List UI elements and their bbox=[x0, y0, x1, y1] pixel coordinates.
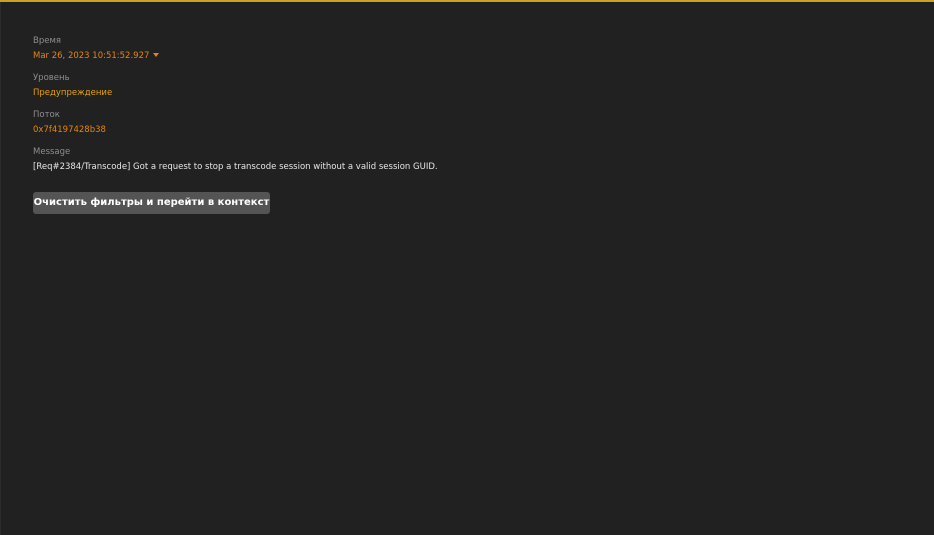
left-border bbox=[0, 2, 1, 535]
top-divider bbox=[0, 0, 934, 2]
level-value: Предупреждение bbox=[33, 88, 113, 98]
log-entry-details: Время Mar 26, 2023 10:51:52.927 Уровень … bbox=[33, 33, 913, 174]
time-value: Mar 26, 2023 10:51:52.927 bbox=[33, 51, 150, 61]
time-label: Время bbox=[33, 36, 61, 46]
time-field: Время Mar 26, 2023 10:51:52.927 bbox=[33, 35, 913, 63]
thread-value[interactable]: 0x7f4197428b38 bbox=[33, 123, 913, 137]
level-field: Уровень Предупреждение bbox=[33, 72, 913, 100]
level-label: Уровень bbox=[33, 73, 70, 83]
time-dropdown[interactable]: Mar 26, 2023 10:51:52.927 bbox=[33, 49, 913, 63]
clear-filters-button[interactable]: Очистить фильтры и перейти в контекст bbox=[33, 192, 270, 214]
thread-label: Поток bbox=[33, 110, 60, 120]
message-value: [Req#2384/Transcode] Got a request to st… bbox=[33, 162, 438, 172]
message-field: Message [Req#2384/Transcode] Got a reque… bbox=[33, 146, 913, 174]
message-label: Message bbox=[33, 147, 71, 157]
caret-down-icon bbox=[153, 53, 160, 57]
thread-field: Поток 0x7f4197428b38 bbox=[33, 109, 913, 137]
